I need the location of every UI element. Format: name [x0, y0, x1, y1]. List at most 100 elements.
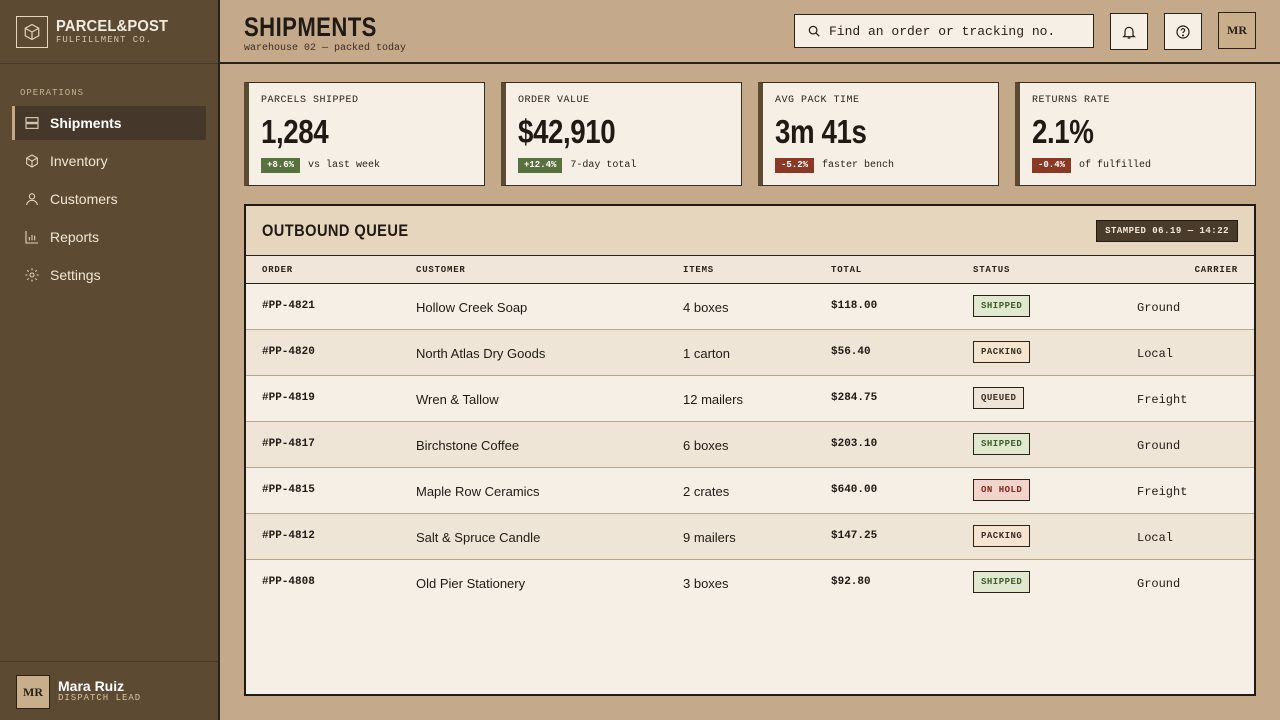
notifications-button[interactable] — [1110, 13, 1148, 50]
stat-delta-badge: -5.2% — [775, 158, 815, 173]
brand-subtitle: FULFILLMENT CO. — [56, 35, 153, 45]
sidebar-item-label: Settings — [50, 267, 101, 283]
stat-note: of fulfilled — [1079, 160, 1152, 171]
page-subtitle: warehouse 02 — packed today — [244, 43, 407, 54]
order-total: $92.80 — [831, 576, 871, 588]
panel-header: OUTBOUND QUEUE STAMPED 06.19 — 14:22 — [246, 206, 1254, 256]
item-count: 2 crates — [683, 484, 730, 499]
customer-name: Old Pier Stationery — [416, 576, 526, 591]
stat-label: PARCELS SHIPPED — [261, 95, 359, 106]
order-total: $118.00 — [831, 300, 878, 312]
stat-card-parcels-shipped: PARCELS SHIPPED 1,284 +8.6% vs last week — [244, 82, 485, 186]
top-header: SHIPMENTS warehouse 02 — packed today MR — [220, 0, 1280, 64]
help-icon — [1176, 24, 1190, 39]
column-header-customer[interactable]: CUSTOMER — [416, 265, 466, 275]
customer-name: Maple Row Ceramics — [416, 484, 540, 499]
status-badge: SHIPPED — [973, 295, 1031, 317]
table-row[interactable]: #PP-4821 Hollow Creek Soap 4 boxes $118.… — [246, 284, 1254, 330]
bar-chart-icon — [25, 231, 38, 244]
table-row[interactable]: #PP-4817 Birchstone Coffee 6 boxes $203.… — [246, 422, 1254, 468]
search-input[interactable] — [829, 23, 1079, 39]
sidebar-item-label: Reports — [50, 229, 100, 245]
status-badge: SHIPPED — [973, 433, 1031, 455]
sidebar-divider — [0, 63, 218, 64]
sidebar-item-inventory[interactable]: Inventory — [12, 144, 206, 178]
user-icon — [26, 193, 38, 206]
box-logo-icon — [16, 16, 48, 48]
user-name: Mara Ruiz — [58, 678, 125, 694]
sidebar-item-label: Customers — [50, 191, 118, 207]
order-total: $284.75 — [831, 392, 878, 404]
item-count: 3 boxes — [683, 576, 729, 591]
stat-value: $42,910 — [518, 113, 616, 150]
carrier: Ground — [1137, 301, 1181, 315]
customer-name: Salt & Spruce Candle — [416, 530, 541, 545]
carrier: Freight — [1137, 485, 1188, 499]
table-row[interactable]: #PP-4815 Maple Row Ceramics 2 crates $64… — [246, 468, 1254, 514]
table-body: #PP-4821 Hollow Creek Soap 4 boxes $118.… — [246, 284, 1254, 606]
stat-delta-badge: +12.4% — [518, 158, 563, 173]
carrier: Ground — [1137, 577, 1181, 591]
search-icon — [808, 25, 820, 37]
stat-card-avg-pack-time: AVG PACK TIME 3m 41s -5.2% faster bench — [758, 82, 999, 186]
page-title: SHIPMENTS — [244, 12, 377, 42]
carrier: Freight — [1137, 393, 1188, 407]
current-user[interactable]: MR Mara Ruiz DISPATCH LEAD — [0, 661, 218, 720]
help-button[interactable] — [1164, 13, 1202, 50]
status-badge: PACKING — [973, 525, 1031, 547]
stat-delta-badge: -0.4% — [1032, 158, 1072, 173]
stat-note: faster bench — [822, 160, 895, 171]
customer-name: North Atlas Dry Goods — [416, 346, 546, 361]
order-id[interactable]: #PP-4812 — [262, 530, 315, 542]
item-count: 4 boxes — [683, 300, 729, 315]
item-count: 12 mailers — [683, 392, 743, 407]
order-id[interactable]: #PP-4819 — [262, 392, 315, 404]
customer-name: Wren & Tallow — [416, 392, 499, 407]
outbound-queue-panel: OUTBOUND QUEUE STAMPED 06.19 — 14:22 ORD… — [244, 204, 1256, 696]
sidebar-item-label: Inventory — [50, 153, 108, 169]
gear-icon — [25, 268, 39, 282]
table-row[interactable]: #PP-4819 Wren & Tallow 12 mailers $284.7… — [246, 376, 1254, 422]
sidebar-item-label: Shipments — [50, 115, 122, 131]
bell-icon — [1122, 26, 1136, 39]
carrier: Local — [1137, 347, 1174, 361]
table-header: ORDER CUSTOMER ITEMS TOTAL STATUS CARRIE… — [246, 256, 1254, 284]
status-badge: SHIPPED — [973, 571, 1031, 593]
order-id[interactable]: #PP-4817 — [262, 438, 315, 450]
column-header-order[interactable]: ORDER — [262, 265, 293, 275]
brand[interactable]: PARCEL&POST FULFILLMENT CO. — [16, 16, 178, 48]
column-header-total[interactable]: TOTAL — [831, 265, 862, 275]
column-header-items[interactable]: ITEMS — [683, 265, 714, 275]
table-row[interactable]: #PP-4808 Old Pier Stationery 3 boxes $92… — [246, 560, 1254, 606]
order-id[interactable]: #PP-4821 — [262, 300, 315, 312]
column-header-carrier[interactable]: CARRIER — [1195, 265, 1238, 275]
brand-name: PARCEL&POST — [56, 18, 169, 35]
sidebar: PARCEL&POST FULFILLMENT CO. OPERATIONS S… — [0, 0, 220, 720]
account-avatar-button[interactable]: MR — [1218, 12, 1256, 49]
customer-name: Hollow Creek Soap — [416, 300, 528, 315]
status-badge: PACKING — [973, 341, 1031, 363]
customer-name: Birchstone Coffee — [416, 438, 520, 453]
stat-value: 2.1% — [1032, 113, 1094, 150]
item-count: 1 carton — [683, 346, 730, 361]
sidebar-item-shipments[interactable]: Shipments — [12, 106, 206, 140]
item-count: 9 mailers — [683, 530, 736, 545]
table-row[interactable]: #PP-4820 North Atlas Dry Goods 1 carton … — [246, 330, 1254, 376]
order-total: $56.40 — [831, 346, 871, 358]
box-icon — [26, 154, 38, 168]
order-id[interactable]: #PP-4820 — [262, 346, 315, 358]
table-row[interactable]: #PP-4812 Salt & Spruce Candle 9 mailers … — [246, 514, 1254, 560]
sidebar-item-customers[interactable]: Customers — [12, 182, 206, 216]
stat-card-order-value: ORDER VALUE $42,910 +12.4% 7-day total — [501, 82, 742, 186]
order-id[interactable]: #PP-4808 — [262, 576, 315, 588]
stat-value: 3m 41s — [775, 113, 867, 150]
nav-section-label: OPERATIONS — [20, 88, 85, 98]
sidebar-item-reports[interactable]: Reports — [12, 220, 206, 254]
stat-label: RETURNS RATE — [1032, 95, 1111, 106]
order-total: $203.10 — [831, 438, 878, 450]
column-header-status[interactable]: STATUS — [973, 265, 1010, 275]
stat-label: AVG PACK TIME — [775, 95, 860, 106]
order-id[interactable]: #PP-4815 — [262, 484, 315, 496]
search-box[interactable] — [794, 14, 1094, 48]
sidebar-item-settings[interactable]: Settings — [12, 258, 206, 292]
